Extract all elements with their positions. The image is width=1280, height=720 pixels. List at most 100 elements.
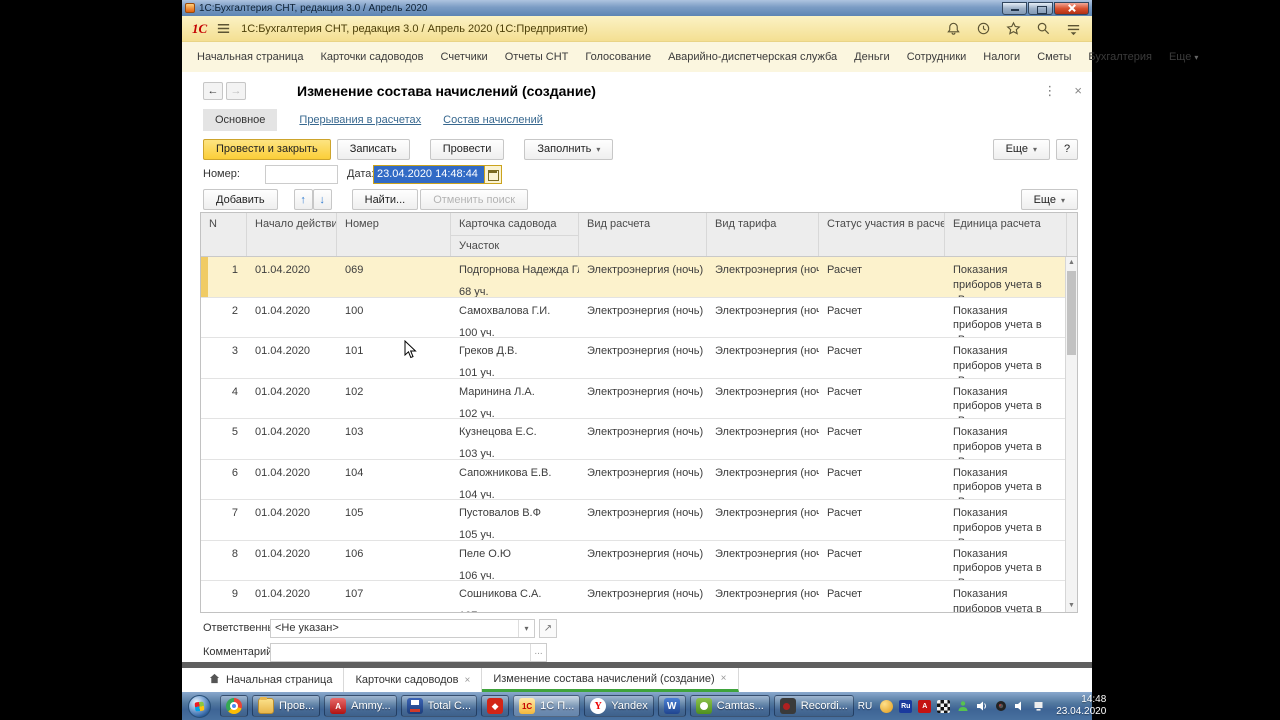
taskbar-button-totalcmd[interactable]: Total C... xyxy=(400,695,478,717)
taskbar-button-recorder[interactable]: Recordi... xyxy=(773,695,854,717)
camera-icon[interactable] xyxy=(994,700,1007,713)
post-button[interactable]: Провести xyxy=(429,138,505,160)
coin-icon[interactable] xyxy=(880,699,894,713)
table-row[interactable]: 8 01.04.2020 106 Пеле О.Ю 106 уч. Электроэнер… xyxy=(201,540,1065,581)
table-row[interactable]: 6 01.04.2020 104 Сапожникова Е.В. 104 уч. Эле… xyxy=(201,459,1065,500)
write-button[interactable]: Записать xyxy=(336,138,410,160)
move-up-button[interactable] xyxy=(293,189,313,210)
menu-item-0[interactable]: Начальная страница xyxy=(197,51,303,63)
scroll-down-icon[interactable] xyxy=(1066,600,1077,612)
window-tab-2[interactable]: Изменение состава начислений (создание) × xyxy=(482,668,739,692)
taskbar-button-1c[interactable]: 1С 1С П... xyxy=(513,695,581,717)
list-more-button[interactable]: Еще xyxy=(1020,189,1078,210)
menu-item-5[interactable]: Аварийно-диспетчерская служба xyxy=(668,51,837,63)
history-icon[interactable] xyxy=(976,21,992,37)
column-header-2[interactable]: Номер xyxy=(337,213,451,256)
column-label: Статус участия в расчетах xyxy=(827,218,944,230)
hamburger-icon[interactable] xyxy=(216,21,232,37)
window-tab-1[interactable]: Карточки садоводов × xyxy=(344,668,483,692)
menu-item-7[interactable]: Сотрудники xyxy=(907,51,967,63)
column-header-6[interactable]: Статус участия в расчетах xyxy=(819,213,945,256)
table-row[interactable]: 9 01.04.2020 107 Сошникова С.А. 107 уч. Элект… xyxy=(201,581,1065,612)
table-row[interactable]: 7 01.04.2020 105 Пустовалов В.Ф 105 уч. Элект… xyxy=(201,500,1065,541)
find-button[interactable]: Найти... xyxy=(351,189,419,210)
search-icon[interactable] xyxy=(1036,21,1052,37)
chevron-down-icon[interactable] xyxy=(518,619,534,637)
menu-item-11[interactable]: Еще xyxy=(1169,51,1198,63)
network-icon[interactable] xyxy=(1032,700,1045,713)
menu-item-6[interactable]: Деньги xyxy=(854,51,890,63)
scrollbar-thumb[interactable] xyxy=(1067,271,1076,355)
column-header-1[interactable]: Начало действия xyxy=(247,213,337,256)
comment-input[interactable]: ... xyxy=(270,642,547,662)
ru-icon[interactable]: Ru xyxy=(899,699,913,713)
taskbar-button-camtasia[interactable]: Camtas... xyxy=(689,695,770,717)
menu-item-1[interactable]: Карточки садоводов xyxy=(320,51,423,63)
menu-item-3[interactable]: Отчеты СНТ xyxy=(505,51,569,63)
table-row[interactable]: 2 01.04.2020 100 Самохвалова Г.И. 100 уч. Эле… xyxy=(201,297,1065,338)
column-header-0[interactable]: N xyxy=(201,213,247,256)
scroll-up-icon[interactable] xyxy=(1066,257,1077,269)
add-row-button[interactable]: Добавить xyxy=(203,189,278,210)
table-row[interactable]: 3 01.04.2020 101 Греков Д.В. 101 уч. Электроэ… xyxy=(201,338,1065,379)
calendar-icon[interactable] xyxy=(484,166,501,183)
move-down-button[interactable] xyxy=(312,189,332,210)
column-header-4[interactable]: Вид расчета xyxy=(579,213,707,256)
cancel-search-button[interactable]: Отменить поиск xyxy=(420,189,529,210)
minimize-button[interactable] xyxy=(1002,1,1027,15)
date-input[interactable]: 23.04.2020 14:48:44 xyxy=(373,165,502,184)
table-scrollbar[interactable] xyxy=(1065,257,1077,612)
close-document-icon[interactable] xyxy=(1074,82,1082,100)
close-button[interactable] xyxy=(1054,1,1089,15)
start-button[interactable] xyxy=(188,694,211,718)
menu-item-10[interactable]: Бухгалтерия xyxy=(1088,51,1152,63)
column-header-5[interactable]: Вид тарифа xyxy=(707,213,819,256)
table-row[interactable]: 5 01.04.2020 103 Кузнецова Е.С. 103 уч. Элект… xyxy=(201,419,1065,460)
menu-item-4[interactable]: Голосование xyxy=(585,51,651,63)
comment-more-button[interactable]: ... xyxy=(530,643,546,661)
window-tab-0[interactable]: Начальная страница xyxy=(198,668,345,692)
speaker-icon[interactable] xyxy=(975,700,988,713)
person-icon[interactable] xyxy=(956,700,969,713)
taskbar-button-yandex[interactable]: Y Yandex xyxy=(584,695,654,717)
menu-item-2[interactable]: Счетчики xyxy=(441,51,488,63)
table-row[interactable]: 4 01.04.2020 102 Маринина Л.А. 102 уч. Электр… xyxy=(201,378,1065,419)
close-icon[interactable]: × xyxy=(721,673,727,684)
calc-type-cell: Электроэнергия (ночь) xyxy=(587,426,704,438)
main-menu-icon[interactable] xyxy=(1066,21,1082,37)
taskbar-button-red-diamond[interactable]: ◆ xyxy=(481,695,510,717)
bell-icon[interactable] xyxy=(946,21,962,37)
help-button[interactable]: ? xyxy=(1056,138,1078,160)
tariff-cell: Электроэнергия (ночь) xyxy=(715,547,819,560)
restore-button[interactable] xyxy=(1028,1,1053,15)
more-button[interactable]: Еще xyxy=(992,138,1050,160)
doc-tab-1[interactable]: Прерывания в расчетах xyxy=(299,114,421,126)
menu-item-8[interactable]: Налоги xyxy=(983,51,1020,63)
column-header-3[interactable]: Карточка садовода Участок xyxy=(451,213,579,256)
responsible-select[interactable]: <Не указан> xyxy=(270,618,535,638)
menu-item-9[interactable]: Сметы xyxy=(1037,51,1071,63)
doc-tab-2[interactable]: Состав начислений xyxy=(443,114,543,126)
table-row[interactable]: 101.04.2020069Подгорнова Надежда Гл...68… xyxy=(201,257,1065,298)
open-link-icon[interactable]: ↗ xyxy=(539,618,557,638)
fill-button[interactable]: Заполнить xyxy=(524,138,614,160)
taskbar-clock[interactable]: 14:48 23.04.2020 xyxy=(1056,694,1106,719)
taskbar-button-chrome[interactable] xyxy=(220,695,248,717)
column-header-7[interactable]: Единица расчета xyxy=(945,213,1067,256)
taskbar-button-ammyy[interactable]: A Ammy... xyxy=(324,695,397,717)
plot-number: 107 уч. xyxy=(459,609,571,612)
taskbar-button-word[interactable]: W xyxy=(657,695,686,717)
doc-tab-0[interactable]: Основное xyxy=(203,109,278,131)
close-icon[interactable]: × xyxy=(465,675,471,686)
a-icon[interactable]: A xyxy=(918,699,932,713)
forward-button[interactable] xyxy=(226,82,246,100)
speaker2-icon[interactable] xyxy=(1013,700,1026,713)
favorites-star-icon[interactable] xyxy=(1006,21,1022,37)
back-button[interactable] xyxy=(203,82,223,100)
taskbar-button-folder[interactable]: Пров... xyxy=(252,695,321,717)
checker-icon[interactable] xyxy=(937,699,951,713)
more-menu-icon[interactable] xyxy=(1043,82,1056,100)
language-indicator[interactable]: RU xyxy=(858,701,872,712)
post-and-close-button[interactable]: Провести и закрыть xyxy=(203,138,331,160)
number-input[interactable] xyxy=(265,165,338,184)
